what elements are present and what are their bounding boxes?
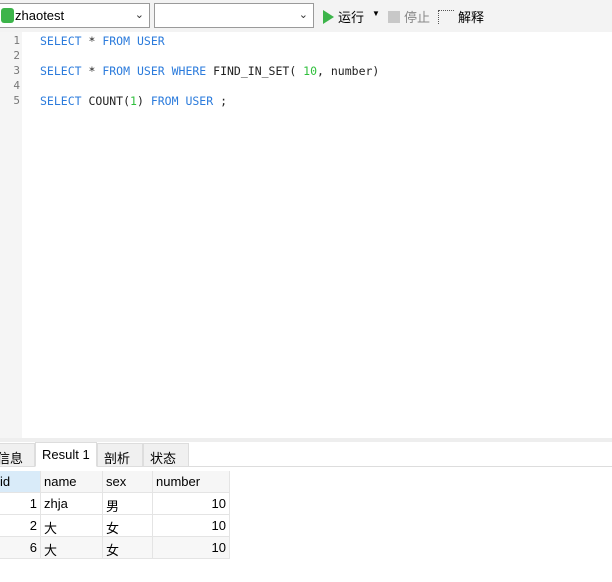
sql-editor[interactable]: 1 SELECT * FROM USER 2 3 SELECT * FROM USER … xyxy=(0,32,612,438)
cell-id[interactable]: 1 xyxy=(0,493,41,515)
sql-keyword: WHERE xyxy=(171,64,207,78)
tab-status[interactable]: 状态 xyxy=(143,443,189,467)
cell-id[interactable]: 2 xyxy=(0,515,41,537)
sql-number: 10 xyxy=(303,64,318,78)
sql-text: * xyxy=(81,64,103,78)
cell-number[interactable]: 10 xyxy=(153,493,230,515)
run-button[interactable]: 运行 xyxy=(323,7,364,26)
column-header-sex[interactable]: sex xyxy=(103,471,153,493)
line-number: 3 xyxy=(13,64,20,77)
line-number: 1 xyxy=(13,34,20,47)
cell-name[interactable]: zhja xyxy=(41,493,103,515)
connection-value: zhaotest xyxy=(15,8,65,23)
tab-result-1[interactable]: Result 1 xyxy=(35,442,97,467)
line-number-gutter xyxy=(0,32,22,438)
navicat-logo-icon xyxy=(1,8,14,23)
table-row[interactable]: 1 zhja 男 10 xyxy=(0,493,230,515)
column-header-name[interactable]: name xyxy=(41,471,103,493)
sql-number: 1 xyxy=(130,94,137,108)
cell-name[interactable]: 大 xyxy=(41,515,103,537)
sql-keyword: USER xyxy=(136,64,165,78)
line-number: 5 xyxy=(13,94,20,107)
code-line[interactable]: SELECT COUNT(1) FROM USER ; xyxy=(40,94,227,108)
tab-profile[interactable]: 剖析 xyxy=(97,443,143,467)
sql-keyword: FROM xyxy=(150,94,179,108)
result-tabs: 信息 Result 1 剖析 状态 xyxy=(0,442,612,467)
schema-select[interactable]: ⌄ xyxy=(154,3,314,28)
play-icon xyxy=(323,9,334,24)
sql-text: ) xyxy=(136,94,151,108)
cell-number[interactable]: 10 xyxy=(153,515,230,537)
explain-button[interactable]: 解释 xyxy=(438,7,484,26)
cell-sex[interactable]: 女 xyxy=(103,515,153,537)
tab-info[interactable]: 信息 xyxy=(0,443,35,467)
sql-keyword: USER xyxy=(136,34,165,48)
sql-keyword: SELECT xyxy=(40,64,82,78)
code-line[interactable]: SELECT * FROM USER xyxy=(40,34,165,48)
explain-label: 解释 xyxy=(458,10,485,25)
sql-keyword: SELECT xyxy=(40,94,82,108)
sql-keyword: FROM xyxy=(102,34,131,48)
sql-keyword: USER xyxy=(185,94,214,108)
table-row[interactable]: 2 大 女 10 xyxy=(0,515,230,537)
sql-text: ; xyxy=(213,94,228,108)
table-row[interactable]: 6 大 女 10 xyxy=(0,537,230,559)
cell-number[interactable]: 10 xyxy=(153,537,230,559)
table-header: id name sex number xyxy=(0,471,230,493)
cell-sex[interactable]: 女 xyxy=(103,537,153,559)
line-number: 4 xyxy=(13,79,20,92)
connection-select[interactable]: zhaotest ⌄ xyxy=(0,3,150,28)
cell-sex[interactable]: 男 xyxy=(103,493,153,515)
column-header-id[interactable]: id xyxy=(0,471,41,493)
code-line[interactable]: SELECT * FROM USER WHERE FIND_IN_SET( 10… xyxy=(40,64,379,78)
cell-name[interactable]: 大 xyxy=(41,537,103,559)
explain-icon xyxy=(438,9,454,24)
sql-text: COUNT( xyxy=(81,94,131,108)
chevron-down-icon: ⌄ xyxy=(298,9,308,21)
sql-text: FIND_IN_SET( xyxy=(206,64,304,78)
chevron-down-icon: ⌄ xyxy=(134,9,144,21)
stop-button[interactable]: 停止 xyxy=(388,7,430,26)
run-label: 运行 xyxy=(338,10,365,25)
toolbar: zhaotest ⌄ ⌄ 运行 ▼ 停止 解释 xyxy=(0,0,612,32)
sql-text: , number) xyxy=(317,64,380,78)
sql-keyword: FROM xyxy=(102,64,131,78)
sql-text: * xyxy=(81,34,103,48)
stop-label: 停止 xyxy=(404,10,431,25)
line-number: 2 xyxy=(13,49,20,62)
cell-id[interactable]: 6 xyxy=(0,537,41,559)
column-header-number[interactable]: number xyxy=(153,471,230,493)
sql-keyword: SELECT xyxy=(40,34,82,48)
run-dropdown-icon[interactable]: ▼ xyxy=(372,9,380,18)
stop-icon xyxy=(388,10,400,23)
